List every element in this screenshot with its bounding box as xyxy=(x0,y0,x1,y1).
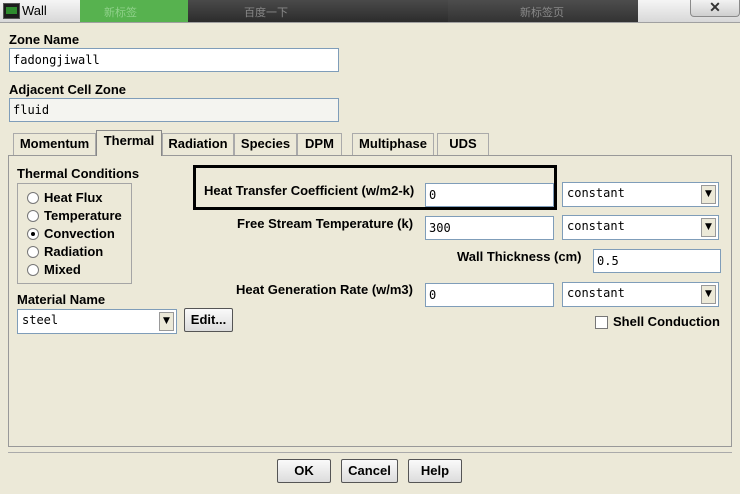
background-tab-1-label: 新标签 xyxy=(104,7,137,19)
radio-radiation-label: Radiation xyxy=(44,244,104,259)
radio-mixed[interactable] xyxy=(27,264,39,276)
heat-gen-method-select[interactable]: constant ▼ xyxy=(562,282,719,307)
adjacent-cell-zone-field: fluid xyxy=(9,98,339,122)
edit-material-button[interactable]: Edit... xyxy=(184,308,233,332)
heat-gen-method-value: constant xyxy=(567,286,625,300)
shell-conduction-label: Shell Conduction xyxy=(613,314,720,329)
background-tab-2 xyxy=(188,0,448,22)
chevron-down-icon: ▼ xyxy=(701,218,716,237)
thermal-conditions-label: Thermal Conditions xyxy=(17,166,140,181)
close-icon: ✕ xyxy=(709,0,721,15)
free-stream-temp-label: Free Stream Temperature (k) xyxy=(237,216,414,231)
material-select-value: steel xyxy=(22,313,59,327)
tab-thermal[interactable]: Thermal xyxy=(96,130,162,156)
background-tab-3-label: 新标签页 xyxy=(520,7,564,19)
htc-method-select[interactable]: constant ▼ xyxy=(562,182,719,207)
tab-species[interactable]: Species xyxy=(234,133,297,155)
chevron-down-icon: ▼ xyxy=(701,185,716,204)
help-button[interactable]: Help xyxy=(408,459,462,483)
tab-radiation[interactable]: Radiation xyxy=(162,133,234,155)
zone-name-input[interactable]: fadongjiwall xyxy=(9,48,339,72)
free-stream-temp-input[interactable]: 300 xyxy=(425,216,554,240)
close-button[interactable]: ✕ xyxy=(690,0,740,17)
radio-mixed-label: Mixed xyxy=(44,262,81,277)
radio-radiation[interactable] xyxy=(27,246,39,258)
shell-conduction-checkbox[interactable] xyxy=(595,316,608,329)
window-title: Wall xyxy=(22,3,47,18)
free-stream-method-value: constant xyxy=(567,219,625,233)
radio-heat-flux[interactable] xyxy=(27,192,39,204)
radio-convection[interactable] xyxy=(27,228,39,240)
htc-input[interactable]: 0 xyxy=(425,183,554,207)
htc-method-value: constant xyxy=(567,186,625,200)
bottom-separator xyxy=(8,452,732,453)
tab-momentum[interactable]: Momentum xyxy=(13,133,96,155)
radio-temperature-label: Temperature xyxy=(44,208,122,223)
heat-gen-input[interactable]: 0 xyxy=(425,283,554,307)
material-name-label: Material Name xyxy=(17,292,106,307)
material-select[interactable]: steel ▼ xyxy=(17,309,177,334)
wall-thickness-label: Wall Thickness (cm) xyxy=(457,249,582,264)
chevron-down-icon: ▼ xyxy=(701,285,716,304)
wall-thickness-input[interactable]: 0.5 xyxy=(593,249,721,273)
ok-button[interactable]: OK xyxy=(277,459,331,483)
tab-dpm[interactable]: DPM xyxy=(297,133,342,155)
free-stream-method-select[interactable]: constant ▼ xyxy=(562,215,719,240)
htc-label: Heat Transfer Coefficient (w/m2-k) xyxy=(204,183,415,198)
tab-multiphase[interactable]: Multiphase xyxy=(352,133,434,155)
radio-temperature[interactable] xyxy=(27,210,39,222)
radio-heat-flux-label: Heat Flux xyxy=(44,190,103,205)
cancel-button[interactable]: Cancel xyxy=(341,459,398,483)
tab-uds[interactable]: UDS xyxy=(437,133,489,155)
heat-gen-label: Heat Generation Rate (w/m3) xyxy=(236,282,413,297)
zone-name-label: Zone Name xyxy=(9,32,80,47)
radio-convection-label: Convection xyxy=(44,226,115,241)
adjacent-cell-zone-label: Adjacent Cell Zone xyxy=(9,82,127,97)
background-tab-2-label: 百度一下 xyxy=(244,7,288,19)
app-icon xyxy=(3,3,20,19)
chevron-down-icon: ▼ xyxy=(159,312,174,331)
